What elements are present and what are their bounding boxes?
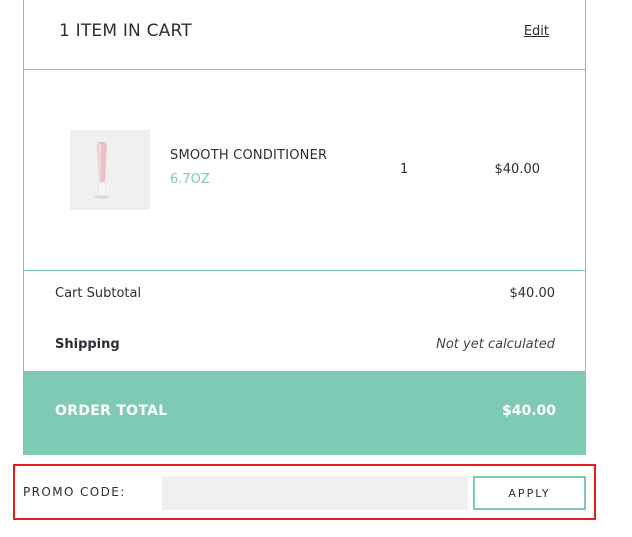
order-total-label: ORDER TOTAL bbox=[55, 403, 168, 419]
shipping-row: Shipping Not yet calculated bbox=[24, 337, 585, 357]
promo-code-input[interactable] bbox=[162, 476, 468, 510]
cart-panel: 1 ITEM IN CART Edit SMOOTH CONDITIONER 6… bbox=[23, 0, 586, 371]
subtotal-row: Cart Subtotal $40.00 bbox=[24, 286, 585, 306]
product-quantity: 1 bbox=[400, 162, 409, 177]
subtotal-value: $40.00 bbox=[509, 286, 556, 301]
promo-code-section: PROMO CODE: APPLY bbox=[13, 464, 596, 520]
product-price: $40.00 bbox=[494, 162, 541, 177]
product-thumbnail[interactable] bbox=[70, 130, 150, 210]
shipping-label: Shipping bbox=[55, 337, 120, 352]
order-total-value: $40.00 bbox=[501, 403, 556, 419]
cart-header: 1 ITEM IN CART Edit bbox=[24, 0, 585, 70]
promo-code-label: PROMO CODE: bbox=[23, 485, 126, 499]
product-name[interactable]: SMOOTH CONDITIONER bbox=[170, 148, 327, 163]
shipping-value: Not yet calculated bbox=[436, 337, 555, 352]
edit-cart-link[interactable]: Edit bbox=[524, 24, 549, 39]
product-size: 6.7OZ bbox=[170, 172, 210, 187]
conditioner-tube-image bbox=[94, 142, 110, 199]
subtotal-label: Cart Subtotal bbox=[55, 286, 142, 301]
cart-title: 1 ITEM IN CART bbox=[59, 21, 192, 41]
cart-item-row: SMOOTH CONDITIONER 6.7OZ 1 $40.00 bbox=[24, 70, 585, 271]
order-total-bar: ORDER TOTAL $40.00 bbox=[23, 371, 586, 455]
apply-promo-button[interactable]: APPLY bbox=[473, 476, 586, 510]
